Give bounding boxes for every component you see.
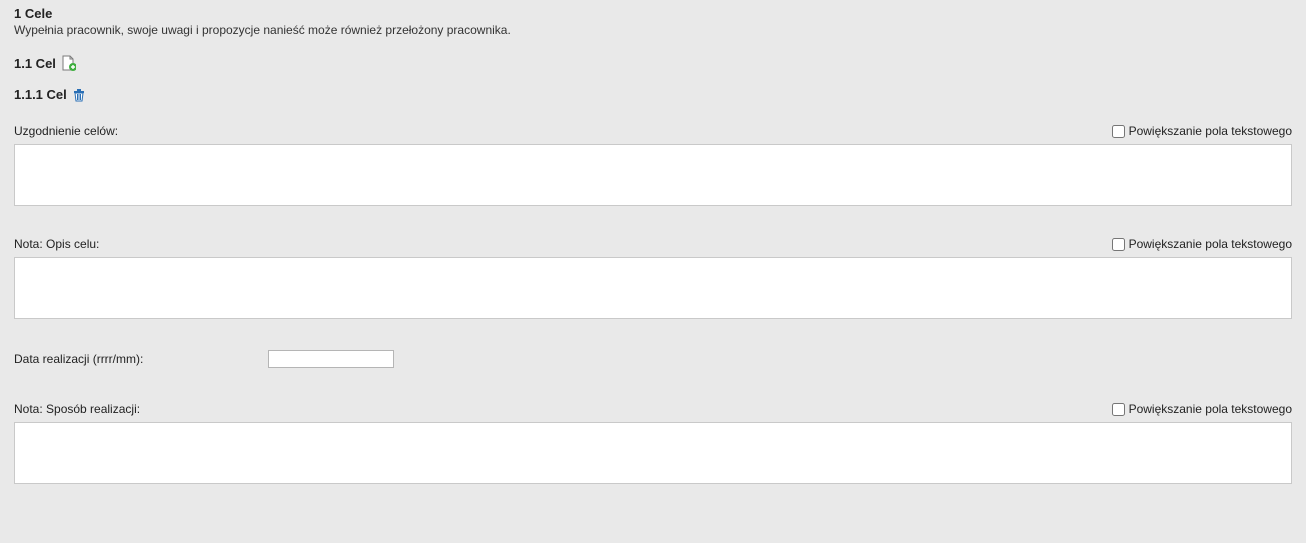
trash-icon — [73, 88, 85, 102]
expand-label: Powiększanie pola tekstowego — [1129, 124, 1292, 138]
subsection-title: 1.1 Cel — [14, 56, 56, 71]
field-goal-note: Nota: Opis celu: Powiększanie pola tekst… — [14, 237, 1292, 322]
field-header: Nota: Sposób realizacji: Powiększanie po… — [14, 402, 1292, 416]
textarea-goal-note[interactable] — [14, 257, 1292, 319]
textarea-method-note[interactable] — [14, 422, 1292, 484]
document-add-icon — [62, 55, 76, 71]
field-date: Data realizacji (rrrr/mm): — [14, 350, 1292, 368]
delete-goal-button[interactable] — [73, 88, 85, 102]
expand-checkbox[interactable] — [1112, 238, 1125, 251]
expand-checkbox[interactable] — [1112, 403, 1125, 416]
expand-toggle-goals-agreement[interactable]: Powiększanie pola tekstowego — [1112, 124, 1292, 138]
field-method-note: Nota: Sposób realizacji: Powiększanie po… — [14, 402, 1292, 487]
field-label-goals-agreement: Uzgodnienie celów: — [14, 124, 118, 138]
form-page: 1 Cele Wypełnia pracownik, swoje uwagi i… — [0, 0, 1306, 507]
add-goal-button[interactable] — [62, 55, 76, 71]
field-header: Uzgodnienie celów: Powiększanie pola tek… — [14, 124, 1292, 138]
expand-label: Powiększanie pola tekstowego — [1129, 402, 1292, 416]
textarea-goals-agreement[interactable] — [14, 144, 1292, 206]
section-subtitle: Wypełnia pracownik, swoje uwagi i propoz… — [14, 23, 1292, 37]
item-title: 1.1.1 Cel — [14, 87, 67, 102]
field-label-goal-note: Nota: Opis celu: — [14, 237, 99, 251]
item-header: 1.1.1 Cel — [14, 87, 1292, 102]
subsection-header: 1.1 Cel — [14, 55, 1292, 71]
section-title: 1 Cele — [14, 6, 1292, 21]
expand-checkbox[interactable] — [1112, 125, 1125, 138]
field-label-method-note: Nota: Sposób realizacji: — [14, 402, 140, 416]
field-label-date: Data realizacji (rrrr/mm): — [14, 352, 268, 366]
expand-toggle-method-note[interactable]: Powiększanie pola tekstowego — [1112, 402, 1292, 416]
input-date[interactable] — [268, 350, 394, 368]
expand-label: Powiększanie pola tekstowego — [1129, 237, 1292, 251]
field-header: Nota: Opis celu: Powiększanie pola tekst… — [14, 237, 1292, 251]
expand-toggle-goal-note[interactable]: Powiększanie pola tekstowego — [1112, 237, 1292, 251]
field-goals-agreement: Uzgodnienie celów: Powiększanie pola tek… — [14, 124, 1292, 209]
